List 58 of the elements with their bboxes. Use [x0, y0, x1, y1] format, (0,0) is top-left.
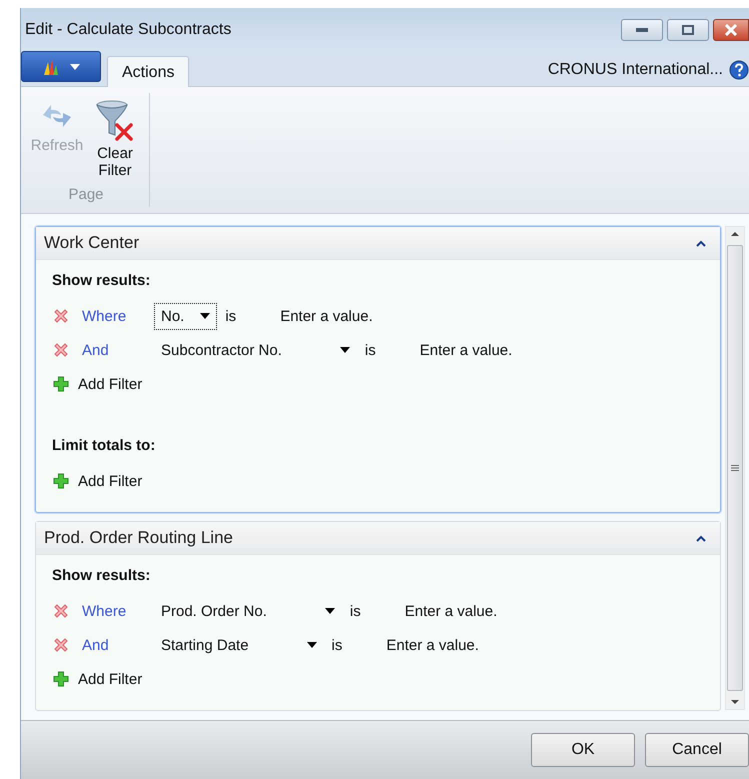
grip-icon: [731, 465, 739, 471]
minimize-icon: [636, 28, 648, 32]
add-icon: [52, 472, 70, 490]
dialog-button[interactable]: Cancel: [645, 733, 749, 767]
dialog-button[interactable]: OK: [531, 733, 635, 767]
remove-filter-icon[interactable]: [52, 341, 70, 359]
group-heading: Show results:: [52, 272, 152, 289]
filter-connector-link[interactable]: Where: [82, 308, 154, 324]
app-menu-button[interactable]: [21, 51, 101, 82]
ribbon-group-label: Page: [68, 186, 104, 203]
section-title: Work Center: [44, 233, 140, 253]
collapse-caret-icon[interactable]: [696, 240, 706, 246]
minimize-button[interactable]: [621, 19, 663, 41]
operator-label: is: [332, 636, 342, 654]
group-heading: Limit totals to:: [52, 437, 156, 454]
section-title: Prod. Order Routing Line: [44, 528, 233, 548]
dropdown-arrow-icon: [324, 608, 335, 614]
remove-filter-icon[interactable]: [52, 602, 70, 620]
company-name: CRONUS International...: [548, 61, 723, 79]
add-filter-link[interactable]: Add Filter: [52, 662, 704, 696]
filter-value-field[interactable]: Enter a value.: [420, 342, 580, 358]
close-icon: [724, 24, 738, 36]
add-filter-link[interactable]: Add Filter: [52, 464, 704, 498]
section-header[interactable]: Work Center: [36, 227, 720, 260]
close-button[interactable]: [713, 19, 749, 41]
field-dropdown[interactable]: No.: [154, 302, 218, 330]
add-icon: [52, 375, 70, 393]
filter-value-field[interactable]: Enter a value.: [404, 602, 565, 620]
add-icon: [52, 670, 70, 688]
remove-filter-icon[interactable]: [52, 636, 70, 654]
add-filter-link[interactable]: Add Filter: [52, 367, 704, 401]
scrollbar[interactable]: [725, 226, 745, 710]
operator-label: is: [225, 308, 236, 324]
operator-label: is: [350, 602, 361, 620]
collapse-caret-icon[interactable]: [696, 534, 706, 542]
field-dropdown[interactable]: Starting Date: [154, 632, 324, 658]
maximize-button[interactable]: [667, 19, 709, 41]
section-header[interactable]: Prod. Order Routing Line: [36, 522, 720, 555]
filter-connector-link[interactable]: And: [82, 342, 154, 358]
ribbon-button[interactable]: Clear Filter: [87, 99, 143, 179]
filter-connector-link[interactable]: And: [82, 636, 154, 654]
field-dropdown[interactable]: Prod. Order No.: [154, 598, 342, 624]
dropdown-arrow-icon: [340, 347, 350, 353]
window-title: Edit - Calculate Subcontracts: [25, 21, 232, 39]
restore-icon: [682, 25, 694, 35]
dropdown-arrow-icon: [70, 64, 80, 70]
dropdown-arrow-icon: [200, 313, 210, 319]
remove-filter-icon[interactable]: [52, 307, 70, 325]
ribbon-tab[interactable]: Actions: [107, 56, 190, 87]
filter-value-field[interactable]: Enter a value.: [280, 308, 440, 324]
filter-value-field[interactable]: Enter a value.: [386, 636, 546, 654]
group-heading: Show results:: [52, 567, 152, 584]
dropdown-arrow-icon: [306, 642, 317, 648]
funnel-clear-icon: [95, 99, 135, 141]
help-icon[interactable]: [729, 60, 749, 80]
filter-connector-link[interactable]: Where: [82, 602, 154, 620]
operator-label: is: [364, 342, 376, 358]
field-dropdown[interactable]: Subcontractor No.: [154, 336, 357, 364]
